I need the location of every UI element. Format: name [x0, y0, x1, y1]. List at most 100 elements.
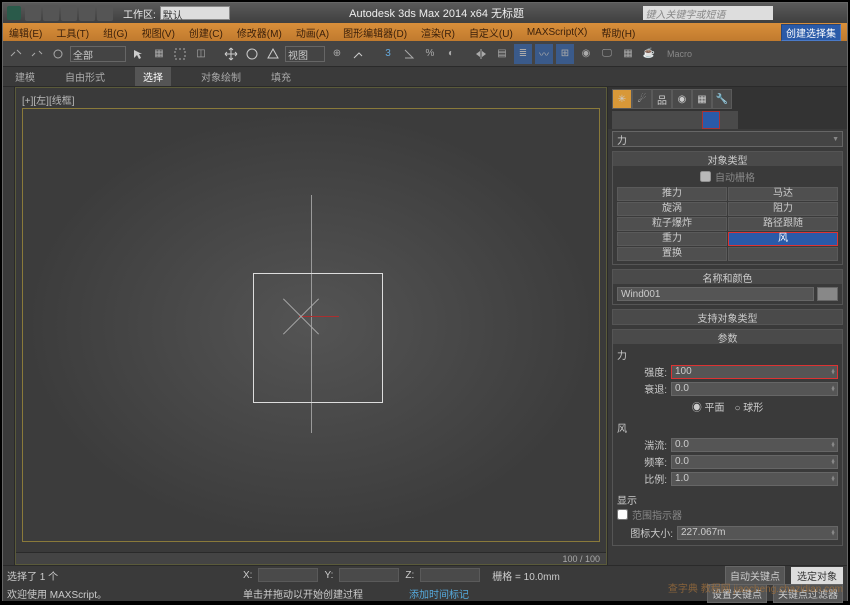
render-frame-icon[interactable]: ▦ [619, 44, 637, 64]
lights-icon[interactable] [648, 111, 666, 129]
force-wind-button[interactable]: 风 [728, 232, 838, 246]
ribbon-tab-freeform[interactable]: 自由形式 [65, 69, 105, 84]
select-name-icon[interactable]: ▦ [150, 44, 168, 64]
icon-size-spinner[interactable]: 227.067m [677, 526, 838, 540]
viewport[interactable]: [+][左][线框] WWW.SDXY.COM 100 / 100 [15, 87, 607, 565]
menu-modifiers[interactable]: 修改器(M) [237, 25, 282, 40]
hierarchy-tab-icon[interactable]: 品 [652, 89, 672, 109]
category-dropdown[interactable]: 力 [612, 131, 843, 147]
wind-force-gizmo[interactable] [253, 273, 383, 403]
modify-tab-icon[interactable]: ☄ [632, 89, 652, 109]
motion-tab-icon[interactable]: ◉ [672, 89, 692, 109]
spherical-radio[interactable]: ○ 球形 [734, 399, 763, 414]
menu-maxscript[interactable]: MAXScript(X) [527, 27, 588, 38]
minimize-button[interactable] [777, 5, 797, 19]
reference-dropdown[interactable]: 视图 [285, 46, 325, 62]
coord-y-input[interactable] [339, 568, 399, 582]
shapes-icon[interactable] [630, 111, 648, 129]
force-gravity-button[interactable]: 重力 [617, 232, 727, 246]
force-pathfollow-button[interactable]: 路径跟随 [728, 217, 838, 231]
layers-icon[interactable]: ≣ [514, 44, 532, 64]
workspace-dropdown[interactable]: 默认 [160, 6, 230, 20]
maximize-button[interactable] [800, 5, 820, 19]
rollout-title[interactable]: 对象类型 [613, 152, 842, 166]
ribbon-tab-objectpaint[interactable]: 对象绘制 [201, 69, 241, 84]
force-pbomb-button[interactable]: 粒子爆炸 [617, 217, 727, 231]
display-tab-icon[interactable]: ▦ [692, 89, 712, 109]
schematic-icon[interactable]: ⊞ [556, 44, 574, 64]
cameras-icon[interactable] [666, 111, 684, 129]
link-icon[interactable] [7, 44, 25, 64]
scale-icon[interactable] [264, 44, 282, 64]
mirror-icon[interactable] [472, 44, 490, 64]
window-crossing-icon[interactable]: ◫ [192, 44, 210, 64]
autogrid-checkbox[interactable] [700, 171, 711, 182]
strength-spinner[interactable]: 100 [671, 365, 838, 379]
rotate-icon[interactable] [243, 44, 261, 64]
ribbon-tab-populate[interactable]: 填充 [271, 69, 291, 84]
turbulence-spinner[interactable]: 0.0 [671, 438, 838, 452]
close-button[interactable] [823, 5, 843, 19]
align-icon[interactable]: ▤ [493, 44, 511, 64]
snap-icon[interactable]: 3 [379, 44, 397, 64]
menu-edit[interactable]: 编辑(E) [9, 25, 42, 40]
move-icon[interactable] [222, 44, 240, 64]
spinner-snap-icon[interactable]: ◐ [442, 44, 460, 64]
create-tab-icon[interactable]: ✳ [612, 89, 632, 109]
object-name-input[interactable]: Wind001 [617, 287, 814, 301]
save-icon[interactable] [61, 5, 77, 21]
utilities-tab-icon[interactable]: 🔧 [712, 89, 732, 109]
rollout-title[interactable]: 名称和颜色 [613, 270, 842, 284]
force-vortex-button[interactable]: 旋涡 [617, 202, 727, 216]
search-input[interactable]: 键入关键字或短语 [643, 6, 773, 20]
ribbon-tab-modeling[interactable]: 建模 [15, 69, 35, 84]
spacewarps-icon[interactable] [702, 111, 720, 129]
frequency-spinner[interactable]: 0.0 [671, 455, 838, 469]
coord-x-input[interactable] [258, 568, 318, 582]
systems-icon[interactable] [720, 111, 738, 129]
planar-radio[interactable]: ◉ 平面 [692, 399, 725, 414]
manipulate-icon[interactable] [349, 44, 367, 64]
menu-group[interactable]: 组(G) [103, 25, 127, 40]
unlink-icon[interactable] [28, 44, 46, 64]
material-editor-icon[interactable]: ◉ [577, 44, 595, 64]
helpers-icon[interactable] [684, 111, 702, 129]
redo-icon[interactable] [97, 5, 113, 21]
coord-z-input[interactable] [420, 568, 480, 582]
menu-custom[interactable]: 自定义(U) [469, 25, 513, 40]
undo-icon[interactable] [79, 5, 95, 21]
percent-snap-icon[interactable]: % [421, 44, 439, 64]
rect-region-icon[interactable] [171, 44, 189, 64]
object-color-swatch[interactable] [817, 287, 839, 301]
menu-graph[interactable]: 图形编辑器(D) [343, 25, 407, 40]
autokey-button[interactable]: 自动关键点 [725, 566, 785, 585]
menu-create[interactable]: 创建(C) [189, 25, 223, 40]
ribbon-tab-select[interactable]: 选择 [135, 67, 171, 86]
render-icon[interactable]: ☕ [640, 44, 658, 64]
new-icon[interactable] [25, 5, 41, 21]
rollout-title[interactable]: 参数 [613, 330, 842, 344]
curve-editor-icon[interactable]: 〰 [535, 44, 553, 64]
force-push-button[interactable]: 推力 [617, 187, 727, 201]
range-indicator-checkbox[interactable] [617, 509, 628, 520]
pivot-icon[interactable]: ⊕ [328, 44, 346, 64]
selection-set-dropdown[interactable]: 创建选择集 [781, 24, 841, 41]
add-time-tag[interactable]: 添加时间标记 [409, 586, 469, 601]
viewport-scrollbar[interactable]: 100 / 100 [16, 552, 606, 564]
menu-render[interactable]: 渲染(R) [421, 25, 455, 40]
open-icon[interactable] [43, 5, 59, 21]
geometry-icon[interactable] [612, 111, 630, 129]
select-icon[interactable] [129, 44, 147, 64]
force-displace-button[interactable]: 置换 [617, 247, 727, 261]
force-drag-button[interactable]: 阻力 [728, 202, 838, 216]
bind-icon[interactable] [49, 44, 67, 64]
viewport-canvas[interactable] [22, 108, 600, 542]
rollout-title[interactable]: 支持对象类型 [613, 310, 842, 324]
decay-spinner[interactable]: 0.0 [671, 382, 838, 396]
angle-snap-icon[interactable] [400, 44, 418, 64]
selected-object-dropdown[interactable]: 选定对象 [791, 567, 843, 584]
menu-tools[interactable]: 工具(T) [56, 25, 89, 40]
menu-view[interactable]: 视图(V) [142, 25, 175, 40]
force-motor-button[interactable]: 马达 [728, 187, 838, 201]
viewport-label[interactable]: [+][左][线框] [22, 92, 75, 107]
